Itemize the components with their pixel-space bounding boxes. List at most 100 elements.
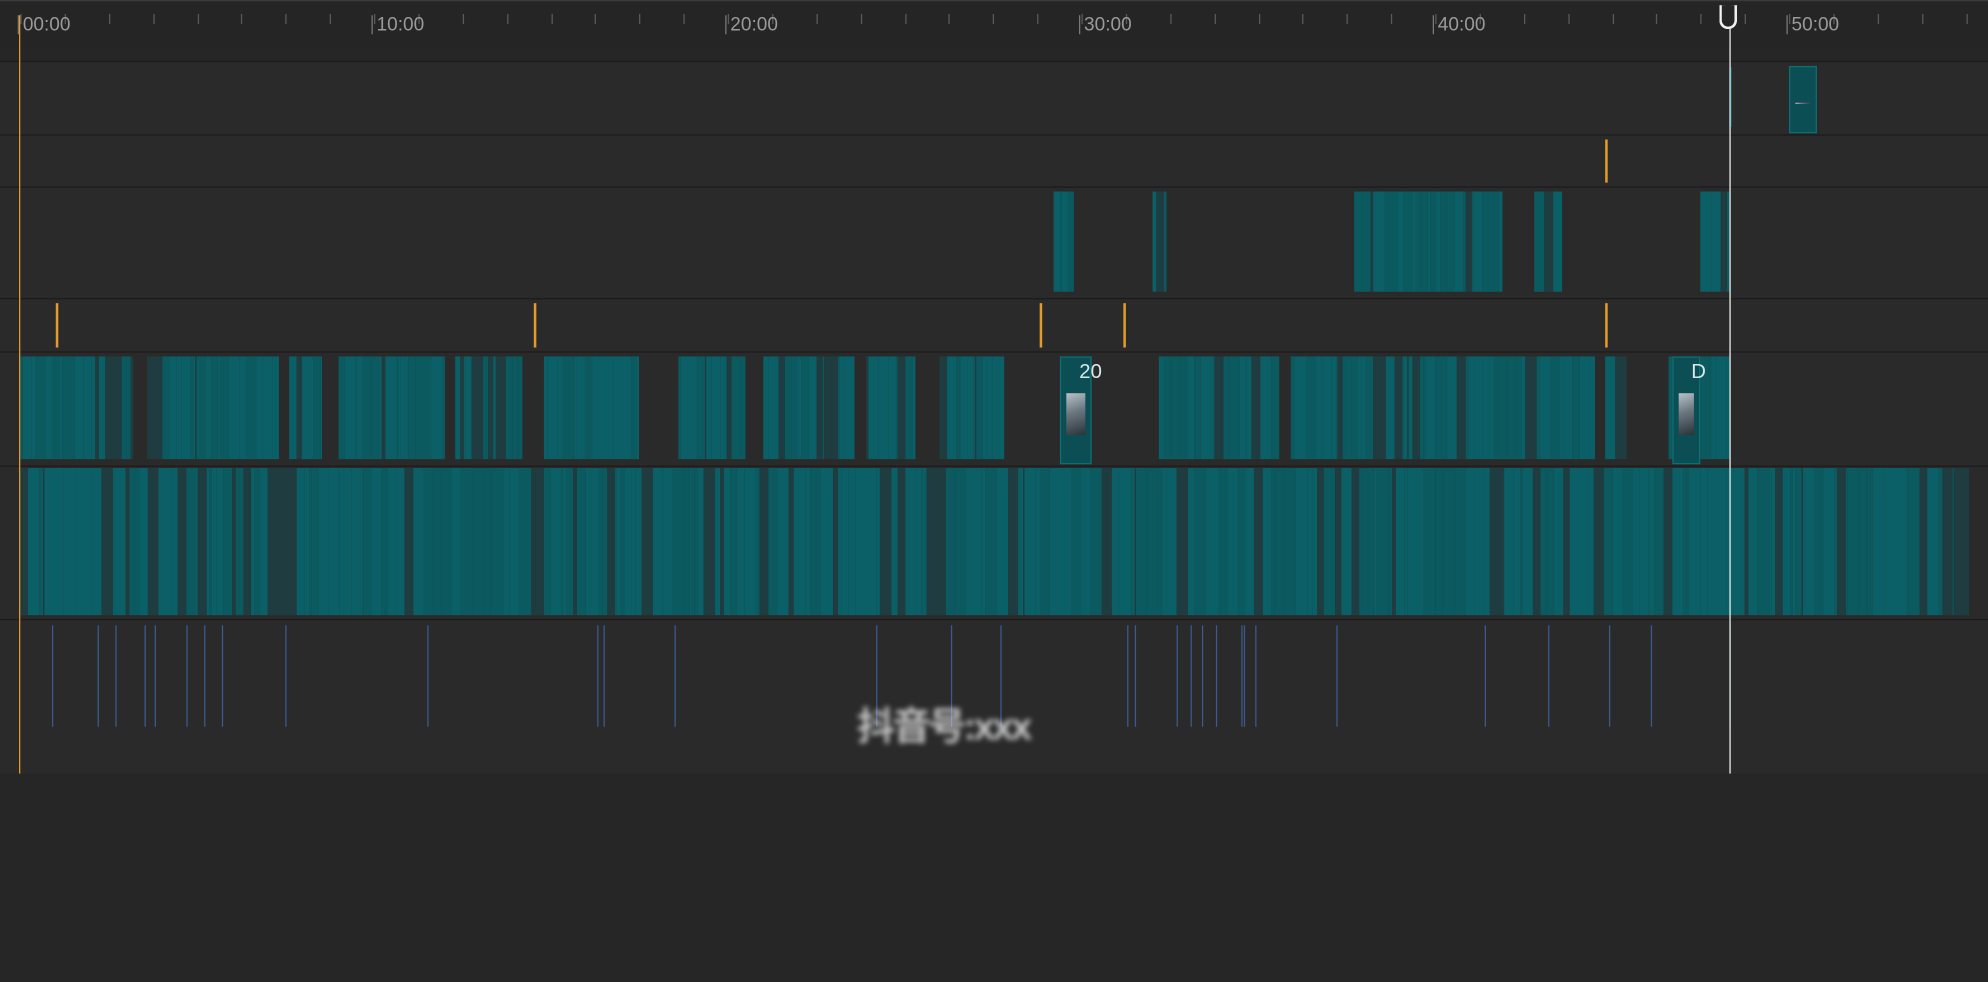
clip[interactable]: [590, 468, 599, 615]
clip[interactable]: [44, 468, 52, 615]
playhead-handle[interactable]: [1719, 5, 1737, 29]
clip[interactable]: [913, 356, 916, 459]
clip[interactable]: [1284, 468, 1295, 615]
clip[interactable]: [404, 468, 413, 615]
clip[interactable]: [1387, 192, 1398, 292]
clip[interactable]: [548, 356, 558, 459]
clip[interactable]: [1540, 356, 1550, 459]
clip[interactable]: [451, 468, 460, 615]
clip[interactable]: [396, 468, 405, 615]
clip[interactable]: [1896, 468, 1907, 615]
clip[interactable]: [1146, 468, 1157, 615]
clip[interactable]: [318, 468, 328, 615]
clip[interactable]: [1942, 468, 1952, 615]
clip[interactable]: [139, 468, 147, 615]
clip[interactable]: [1027, 468, 1036, 615]
clip[interactable]: [302, 356, 313, 459]
clip[interactable]: [759, 468, 768, 615]
clip[interactable]: [1354, 192, 1363, 292]
clip[interactable]: [1908, 468, 1918, 615]
clip[interactable]: [75, 356, 84, 459]
clip[interactable]: [1050, 468, 1060, 615]
marker[interactable]: [1605, 140, 1608, 183]
video-track-5[interactable]: [0, 61, 1988, 135]
clip[interactable]: [1639, 468, 1648, 615]
clip[interactable]: [1324, 468, 1335, 615]
clip[interactable]: [247, 356, 257, 459]
clip[interactable]: [1254, 468, 1263, 615]
audio-marker[interactable]: [155, 625, 156, 726]
clip[interactable]: [444, 356, 445, 459]
clip[interactable]: [1403, 192, 1412, 292]
clip[interactable]: [1672, 468, 1682, 615]
clip[interactable]: [1579, 356, 1589, 459]
clip[interactable]: [603, 356, 613, 459]
clip[interactable]: [1363, 192, 1371, 292]
clip[interactable]: [101, 468, 112, 615]
clip[interactable]: [1323, 356, 1331, 459]
audio-marker[interactable]: [145, 625, 146, 726]
clip[interactable]: [182, 356, 191, 459]
clip[interactable]: [1181, 356, 1189, 459]
clip[interactable]: [1533, 468, 1541, 615]
clip[interactable]: [1604, 468, 1613, 615]
clip-thumbnail[interactable]: [1789, 66, 1817, 133]
clip[interactable]: [23, 356, 32, 459]
clip[interactable]: [1700, 468, 1708, 615]
clip[interactable]: [1572, 356, 1580, 459]
clip[interactable]: [1136, 468, 1146, 615]
clip[interactable]: [1373, 192, 1384, 292]
audio-marker[interactable]: [1216, 625, 1217, 726]
clip[interactable]: [1237, 468, 1245, 615]
clip[interactable]: [1274, 468, 1284, 615]
clip[interactable]: [1712, 192, 1721, 292]
clip[interactable]: [742, 356, 746, 459]
clip[interactable]: [1227, 468, 1237, 615]
clip[interactable]: [1475, 468, 1484, 615]
clip[interactable]: [223, 468, 232, 615]
audio-marker[interactable]: [427, 625, 428, 726]
clip[interactable]: [777, 468, 788, 615]
clip[interactable]: [905, 356, 913, 459]
clip[interactable]: [1847, 468, 1858, 615]
audio-track-1[interactable]: [0, 466, 1988, 619]
clip[interactable]: [1350, 356, 1358, 459]
clip[interactable]: [1363, 468, 1373, 615]
clip[interactable]: [1454, 192, 1463, 292]
clip[interactable]: [1505, 468, 1514, 615]
clip[interactable]: [1803, 468, 1814, 615]
clip[interactable]: [413, 468, 423, 615]
clip[interactable]: [243, 468, 251, 615]
clip[interactable]: [1760, 468, 1770, 615]
clip[interactable]: [441, 468, 451, 615]
clip[interactable]: [370, 356, 379, 459]
clip[interactable]: [313, 356, 321, 459]
video-track-3[interactable]: [0, 186, 1988, 298]
clip[interactable]: [1245, 468, 1254, 615]
clip[interactable]: [388, 468, 396, 615]
clip[interactable]: [1927, 468, 1938, 615]
clip[interactable]: [1344, 468, 1352, 615]
clip[interactable]: [263, 356, 273, 459]
clip[interactable]: [1837, 468, 1846, 615]
clip[interactable]: [161, 468, 171, 615]
clip[interactable]: [844, 356, 855, 459]
clip[interactable]: [1859, 468, 1867, 615]
clip[interactable]: [93, 468, 102, 615]
clip[interactable]: [1920, 468, 1928, 615]
clip[interactable]: [1554, 468, 1563, 615]
audio-marker[interactable]: [1177, 625, 1178, 726]
clip[interactable]: [704, 468, 715, 615]
clip[interactable]: [768, 468, 777, 615]
clip[interactable]: [1194, 468, 1205, 615]
clip[interactable]: [1377, 468, 1388, 615]
clip[interactable]: [672, 468, 683, 615]
clip[interactable]: [345, 356, 355, 459]
clip[interactable]: [1156, 192, 1164, 292]
clip[interactable]: [28, 468, 39, 615]
clip[interactable]: [281, 468, 291, 615]
clip[interactable]: [1466, 468, 1475, 615]
clip[interactable]: [1717, 356, 1727, 459]
clip[interactable]: [1424, 468, 1435, 615]
clip[interactable]: [1305, 356, 1315, 459]
